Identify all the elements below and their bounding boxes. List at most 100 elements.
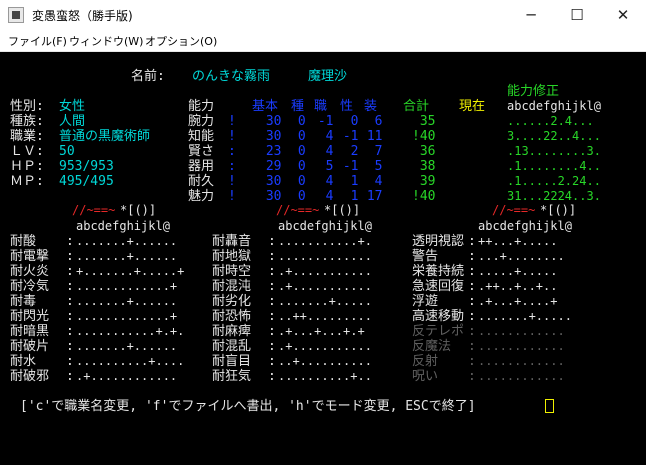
stat-race: 0 xyxy=(290,189,306,204)
resist-label: 耐麻痺 xyxy=(212,324,252,339)
resist-label: 急速回復 xyxy=(412,279,465,294)
stat-class: 4 xyxy=(310,129,334,144)
stat-race: 0 xyxy=(290,174,306,189)
resist-label: 耐閃光 xyxy=(10,309,50,324)
stat-race: 0 xyxy=(290,144,306,159)
resist-marks: .......+...... xyxy=(76,249,178,263)
race-label: 種族: xyxy=(10,114,44,129)
stat-personality: -1 xyxy=(335,159,359,174)
resist-letters: abcdefghijkl@ xyxy=(478,219,572,233)
resist-label: 耐地獄 xyxy=(212,249,252,264)
sex-label: 性別: xyxy=(10,99,44,114)
resist-marks: ..........+.. xyxy=(278,369,372,383)
stat-base: 30 xyxy=(258,129,282,144)
resist-marks: +.......+.....+ xyxy=(76,264,185,278)
resist-label: 耐火炎 xyxy=(10,264,50,279)
text-cursor xyxy=(545,399,554,413)
minimize-button[interactable]: ─ xyxy=(508,0,554,30)
class-value: 普通の黒魔術師 xyxy=(59,129,151,144)
stat-modifier: ......2.4... xyxy=(507,114,594,128)
resist-separator: : xyxy=(66,249,74,264)
resist-label: 呪い xyxy=(412,369,439,384)
menu-options[interactable]: オプション(O) xyxy=(145,33,217,49)
stat-base: 30 xyxy=(258,189,282,204)
resist-label: 耐毒 xyxy=(10,294,37,309)
resist-separator: : xyxy=(268,339,276,354)
stat-separator: ! xyxy=(228,189,236,204)
resist-label: 反魔法 xyxy=(412,339,452,354)
mp-label: ＭＰ: xyxy=(10,174,44,189)
stat-separator: ! xyxy=(228,129,236,144)
maximize-button[interactable]: ☐ xyxy=(554,0,600,30)
stat-header-race: 種 xyxy=(291,99,305,114)
modifier-letters: abcdefghijkl@ xyxy=(507,99,601,113)
equip-slot-header-tail: *[()] xyxy=(324,203,361,217)
modifier-title: 能力修正 xyxy=(507,84,560,99)
resist-label: 浮遊 xyxy=(412,294,439,309)
stat-base: 23 xyxy=(258,144,282,159)
resist-marks: ..+.......... xyxy=(278,354,372,368)
stat-total: 35 xyxy=(412,114,436,129)
stat-base: 30 xyxy=(258,114,282,129)
stat-personality: 1 xyxy=(335,189,359,204)
resist-marks: ...........+. xyxy=(278,234,372,248)
stat-equip: 4 xyxy=(359,174,383,189)
resist-label: 反射 xyxy=(412,354,439,369)
character-name: 魔理沙 xyxy=(308,69,348,84)
resist-label: 高速移動 xyxy=(412,309,465,324)
resist-marks: ............ xyxy=(478,339,565,353)
resist-separator: : xyxy=(468,234,476,249)
menu-file[interactable]: ファイル(F) xyxy=(8,33,67,49)
resist-separator: : xyxy=(268,324,276,339)
resist-separator: : xyxy=(468,324,476,339)
stat-modifier: .1.....2.24.. xyxy=(507,174,601,188)
stat-separator: : xyxy=(228,159,236,174)
stat-modifier: 3....22..4... xyxy=(507,129,601,143)
resist-marks: .......+...... xyxy=(76,339,178,353)
resist-separator: : xyxy=(66,279,74,294)
resist-marks: ...........+.+. xyxy=(76,324,185,338)
stat-name: 知能 xyxy=(188,129,215,144)
resist-marks: .....+..... xyxy=(478,264,558,278)
resist-separator: : xyxy=(468,339,476,354)
hp-label: ＨＰ: xyxy=(10,159,44,174)
stat-header-equip: 装 xyxy=(364,99,378,114)
level-label: ＬＶ: xyxy=(10,144,44,159)
level-value: 50 xyxy=(59,144,75,159)
resist-marks: ............. xyxy=(278,249,372,263)
resist-marks: .+........... xyxy=(278,264,372,278)
character-nickname: のんきな霧雨 xyxy=(192,69,271,84)
command-prompt: ['c'で職業名変更, 'f'でファイルへ書出, 'h'でモード変更, ESCで… xyxy=(20,399,476,414)
resist-separator: : xyxy=(268,234,276,249)
resist-marks: .......+...... xyxy=(76,234,178,248)
stat-equip: 5 xyxy=(359,159,383,174)
resist-label: 耐恐怖 xyxy=(212,309,252,324)
stat-base: 30 xyxy=(258,174,282,189)
stat-name: 賢さ xyxy=(188,144,215,159)
stat-total: !40 xyxy=(412,189,436,204)
resist-label: 耐電撃 xyxy=(10,249,50,264)
menu-bar: ファイル(F) ウィンドウ(W) オプション(O) xyxy=(0,30,646,52)
resist-separator: : xyxy=(66,264,74,279)
equip-slot-header: //~==~ xyxy=(276,203,320,217)
stat-class: 4 xyxy=(310,189,334,204)
name-label: 名前: xyxy=(131,69,165,84)
menu-window[interactable]: ウィンドウ(W) xyxy=(69,33,143,49)
resist-separator: : xyxy=(468,279,476,294)
stat-personality: 0 xyxy=(335,114,359,129)
resist-label: 栄養持続 xyxy=(412,264,465,279)
resist-label: 耐轟音 xyxy=(212,234,252,249)
stat-header-personality: 性 xyxy=(340,99,354,114)
equip-slot-header: //~==~ xyxy=(72,203,116,217)
resist-marks: ...+........ xyxy=(478,249,565,263)
resist-separator: : xyxy=(66,324,74,339)
character-sheet: 名前: のんきな霧雨 魔理沙 能力修正 性別: 女性 種族: 人間 職業: 普通… xyxy=(0,52,646,465)
resist-separator: : xyxy=(468,294,476,309)
stat-class: -1 xyxy=(310,114,334,129)
resist-label: 耐水 xyxy=(10,354,37,369)
resist-separator: : xyxy=(268,309,276,324)
stat-race: 0 xyxy=(290,159,306,174)
close-button[interactable]: ✕ xyxy=(600,0,646,30)
resist-label: 耐酸 xyxy=(10,234,37,249)
resist-marks: .+........... xyxy=(278,339,372,353)
